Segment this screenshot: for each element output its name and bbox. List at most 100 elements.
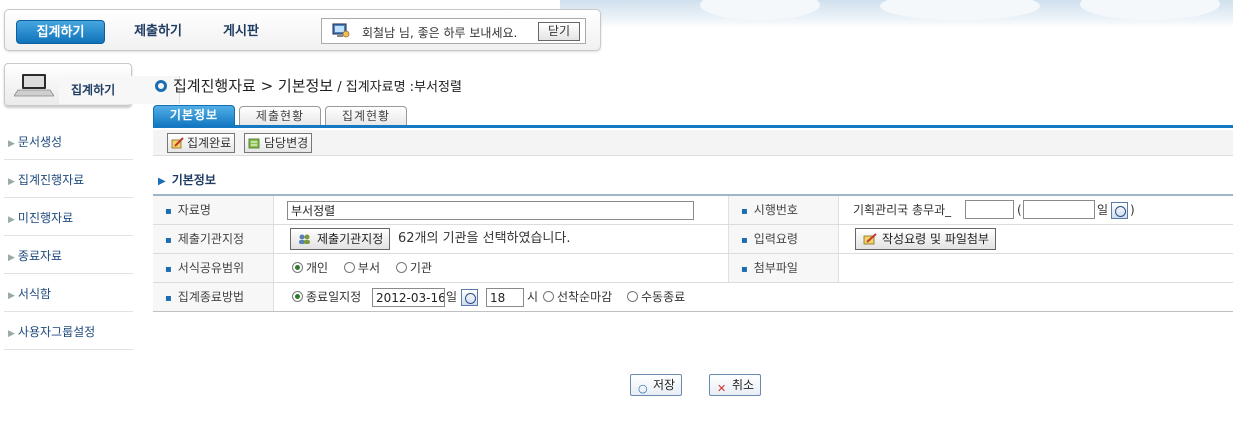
arrow-right-icon: ▶ [8, 329, 15, 339]
top-navigation: 집계하기 제출하기 게시판 회철남 님, 좋은 하루 보내세요. 닫기 [4, 9, 601, 51]
toolbar: 집계완료 담당변경 [153, 130, 1233, 156]
bullet-icon: ▪ [165, 235, 172, 246]
enforce-day-suffix: 일 [1097, 203, 1109, 217]
sidebar-item-label: 미진행자료 [17, 211, 74, 225]
manual-end-radio[interactable]: 수동종료 [627, 283, 685, 311]
edit-document-icon [248, 138, 260, 149]
select-submit-org-label: 제출기관지정 [317, 232, 384, 246]
sidebar-item-label: 문서생성 [17, 135, 63, 149]
save-button[interactable]: ○ 저장 [630, 374, 683, 396]
hour-unit: 시 [527, 290, 539, 304]
end-date-input[interactable] [372, 288, 445, 307]
calendar-icon[interactable] [1111, 202, 1128, 219]
pencil-document-icon [171, 137, 184, 149]
sidebar-item-label: 사용자그룹설정 [17, 325, 96, 339]
bullet-icon: ▪ [741, 264, 748, 275]
nav-submit[interactable]: 제출하기 [123, 20, 193, 44]
field-label: ▪ 집계종료방법 [153, 283, 274, 311]
form-row: ▪ 서식공유범위 개인 부서 기관 ▪ 첨부파일 [153, 254, 1233, 283]
day-unit: 일 [446, 290, 458, 304]
sidebar-item-user-groups[interactable]: ▶ 사용자그룹설정 [4, 312, 133, 350]
enforce-paren-open: ( [1017, 203, 1022, 217]
section-title: ▶ 기본정보 [158, 171, 216, 188]
sidebar-item-not-started[interactable]: ▶ 미진행자료 [4, 198, 133, 236]
field-label: ▪ 입력요령 [728, 225, 839, 253]
tab-aggregate-status[interactable]: 집계현황 [325, 106, 407, 125]
bullet-icon: ▪ [741, 235, 748, 246]
arrow-right-icon: ▶ [8, 291, 15, 301]
sidebar-item-closed[interactable]: ▶ 종료자료 [4, 236, 133, 274]
calendar-icon[interactable] [461, 289, 478, 306]
radio-department[interactable]: 부서 [343, 261, 380, 275]
bullet-icon: ▪ [165, 293, 172, 304]
sidebar-item-form-box[interactable]: ▶ 서식함 [4, 274, 133, 312]
page-title-text: 집계진행자료 > 기본정보 [173, 77, 334, 95]
enforce-number-input[interactable] [965, 200, 1014, 219]
field-label: ▪ 자료명 [153, 196, 274, 224]
tab-submission-status[interactable]: 제출현황 [239, 106, 321, 125]
form-row: ▪집계종료방법 종료일지정 일 시 선착순마감 수동종료 [153, 283, 1233, 312]
share-scope-radio-group: 개인 부서 기관 [292, 254, 432, 282]
bullet-icon: ▪ [165, 264, 172, 275]
page-subtitle: / 집계자료명 :부서정렬 [333, 80, 462, 95]
guide-attach-label: 작성요령 및 파일첨부 [882, 232, 989, 246]
complete-aggregate-label: 집계완료 [187, 136, 232, 150]
sidebar-header: 집계하기 [4, 63, 180, 106]
sidebar-item-label: 집계진행자료 [17, 173, 85, 187]
tab-basic-info[interactable]: 기본정보 [153, 105, 235, 126]
nav-aggregate[interactable]: 집계하기 [16, 20, 105, 44]
page-title: 집계진행자료 > 기본정보 / 집계자료명 :부서정렬 [155, 75, 462, 96]
field-label: ▪ 제출기관지정 [153, 225, 274, 253]
arrow-right-icon: ▶ [8, 215, 15, 225]
end-hour-input[interactable] [486, 288, 524, 307]
form-row: ▪자료명 ▪시행번호 기획관리국 총무과_ ( 일 ) [153, 196, 1233, 225]
radio-organization[interactable]: 기관 [395, 261, 432, 275]
user-monitor-icon [332, 23, 350, 38]
field-label: ▪ 첨부파일 [728, 254, 839, 282]
enforce-paren-close: ) [1130, 203, 1135, 217]
tab-underline [153, 125, 1233, 128]
bullet-icon: ▪ [741, 206, 748, 217]
select-submit-org-button[interactable]: 제출기관지정 [290, 228, 391, 250]
complete-aggregate-button[interactable]: 집계완료 [167, 133, 236, 153]
sidebar-item-create-document[interactable]: ▶ 문서생성 [4, 122, 133, 160]
change-owner-button[interactable]: 담당변경 [244, 133, 313, 153]
document-name-input[interactable] [287, 201, 694, 220]
field-label: ▪ 서식공유범위 [153, 254, 274, 282]
greeting-text: 회철남 님, 좋은 하루 보내세요. [362, 26, 518, 40]
save-label: 저장 [653, 378, 676, 392]
basic-info-form: ▪자료명 ▪시행번호 기획관리국 총무과_ ( 일 ) ▪제출기관지정 제출기관… [153, 194, 1233, 312]
radio-personal[interactable]: 개인 [292, 261, 328, 275]
triangle-right-icon: ▶ [158, 176, 166, 187]
arrow-right-icon: ▶ [8, 139, 15, 149]
selected-org-count-text: 62개의 기관을 선택하였습니다. [398, 231, 571, 246]
cancel-button[interactable]: ✕ 취소 [709, 374, 762, 396]
radio-dot[interactable] [627, 291, 638, 302]
radio-dot[interactable] [395, 262, 407, 273]
greeting-box: 회철남 님, 좋은 하루 보내세요. 닫기 [321, 18, 586, 44]
radio-dot[interactable] [292, 262, 303, 273]
close-x-icon: ✕ [717, 382, 727, 395]
title-bullet-icon [155, 80, 167, 92]
enforce-date-input[interactable] [1023, 200, 1095, 219]
cancel-label: 취소 [732, 378, 755, 392]
pencil-document-icon [863, 233, 877, 245]
guide-attach-button[interactable]: 작성요령 및 파일첨부 [855, 228, 996, 250]
laptop-icon [14, 74, 54, 97]
enforce-number-prefix: 기획관리국 총무과_ [853, 203, 952, 217]
sidebar-item-label: 서식함 [17, 287, 52, 301]
bullet-icon: ▪ [165, 206, 172, 217]
first-come-radio[interactable]: 선착순마감 [543, 283, 612, 311]
users-icon [299, 234, 310, 244]
radio-dot[interactable] [543, 291, 554, 302]
form-row: ▪ 제출기관지정 제출기관지정 62개의 기관을 선택하였습니다. ▪ 입력요령 작… [153, 225, 1233, 254]
radio-dot[interactable] [343, 262, 355, 273]
nav-board[interactable]: 게시판 [211, 20, 271, 44]
close-button[interactable]: 닫기 [538, 22, 580, 41]
arrow-right-icon: ▶ [8, 177, 15, 187]
arrow-right-icon: ▶ [8, 253, 15, 263]
field-label: ▪ 시행번호 [728, 196, 839, 224]
sidebar-item-in-progress[interactable]: ▶ 집계진행자료 [4, 160, 133, 198]
radio-dot[interactable] [292, 291, 303, 302]
end-date-radio[interactable]: 종료일지정 [292, 283, 361, 311]
